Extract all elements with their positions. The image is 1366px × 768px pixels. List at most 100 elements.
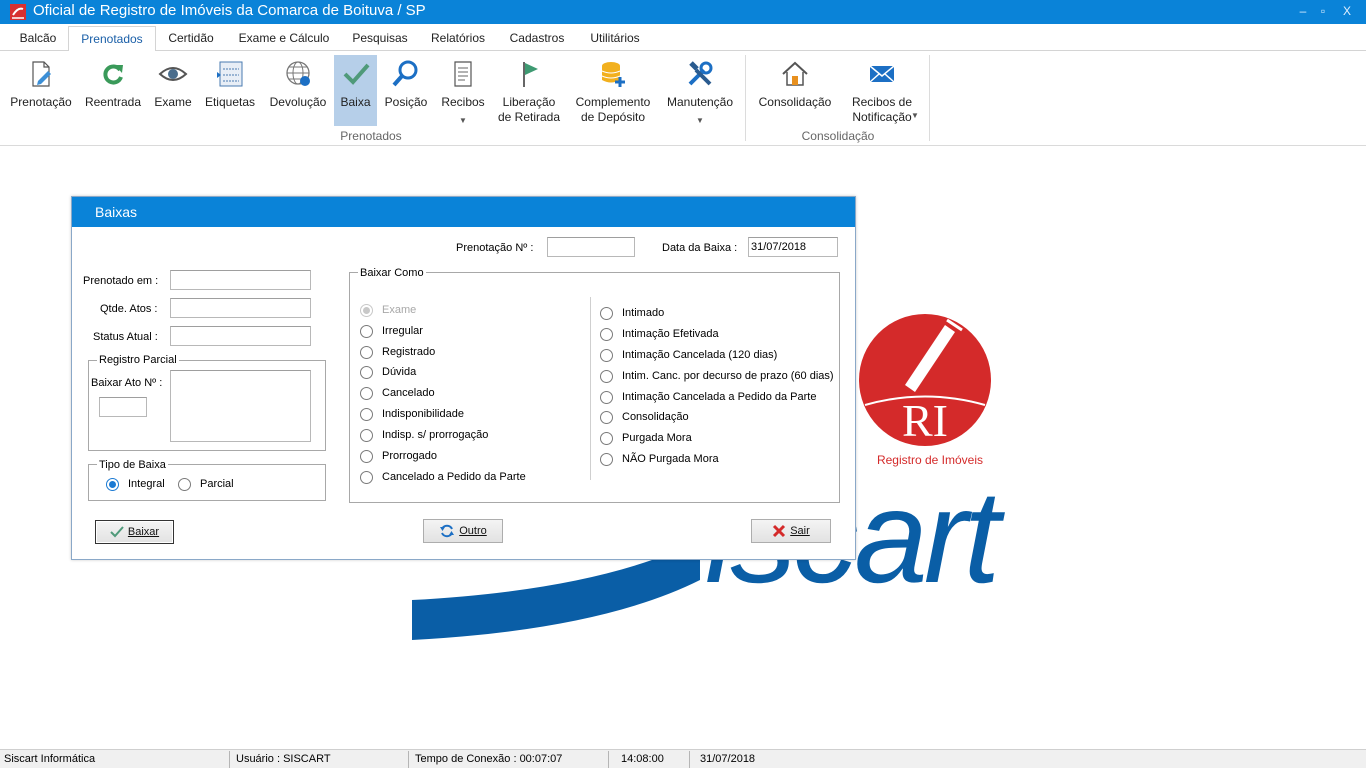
outro-button[interactable]: Outro bbox=[423, 519, 503, 543]
qtde-atos-label: Qtde. Atos : bbox=[100, 303, 158, 315]
prenotado-em-label: Prenotado em : bbox=[83, 275, 159, 287]
dialog-title: Baixas bbox=[72, 197, 855, 227]
tab-exame-calculo[interactable]: Exame e Cálculo bbox=[232, 26, 336, 51]
posicao-button[interactable]: Posição bbox=[382, 55, 430, 127]
radio-cancelado[interactable]: Cancelado bbox=[360, 386, 560, 402]
ribbon-label: Complemento bbox=[575, 95, 651, 109]
radio-prorrogado[interactable]: Prorrogado bbox=[360, 449, 560, 465]
ribbon-label: Baixa bbox=[340, 95, 371, 109]
minimize-button[interactable]: ‒ bbox=[1296, 4, 1310, 18]
radio-duvida[interactable]: Dúvida bbox=[360, 365, 560, 381]
tab-cadastros[interactable]: Cadastros bbox=[502, 26, 572, 51]
radio-label: Exame bbox=[382, 304, 417, 316]
recibos-notificacao-button[interactable]: Recibos de Notificação bbox=[842, 55, 922, 127]
sair-button-label: Sair bbox=[790, 525, 810, 537]
etiquetas-button[interactable]: Etiquetas bbox=[202, 55, 258, 127]
radio-circle bbox=[600, 453, 613, 466]
radio-label: Intimação Cancelada a Pedido da Parte bbox=[622, 391, 817, 403]
radio-label: Cancelado bbox=[382, 387, 435, 399]
sair-button[interactable]: Sair bbox=[751, 519, 831, 543]
database-add-icon bbox=[601, 62, 625, 87]
radio-intimacao-cancelada-120[interactable]: Intimação Cancelada (120 dias) bbox=[600, 348, 838, 364]
radio-indisponibilidade[interactable]: Indisponibilidade bbox=[360, 407, 560, 423]
tools-icon bbox=[688, 61, 713, 86]
baixa-button[interactable]: Baixa bbox=[334, 55, 377, 126]
radio-circle bbox=[178, 478, 191, 491]
ribbon-label-2: de Depósito bbox=[580, 110, 646, 124]
house-icon bbox=[782, 61, 808, 86]
ribbon-label-2: de Retirada bbox=[497, 110, 561, 124]
chevron-down-icon: ▼ bbox=[911, 111, 919, 120]
recibos-button[interactable]: Recibos ▼ bbox=[438, 55, 488, 127]
status-company: Siscart Informática bbox=[0, 751, 230, 768]
tab-utilitarios[interactable]: Utilitários bbox=[580, 26, 650, 51]
radio-intimacao-cancelada-pedido-parte[interactable]: Intimação Cancelada a Pedido da Parte bbox=[600, 390, 838, 406]
tab-prenotados[interactable]: Prenotados bbox=[68, 26, 156, 52]
data-baixa-input[interactable]: 31/07/2018 bbox=[748, 237, 838, 257]
prenotado-em-input[interactable] bbox=[170, 270, 311, 290]
restore-button[interactable]: ▫ bbox=[1316, 4, 1330, 18]
flag-icon bbox=[523, 62, 538, 87]
complemento-deposito-button[interactable]: Complemento de Depósito bbox=[570, 55, 656, 127]
status-user: Usuário : SISCART bbox=[232, 751, 409, 768]
status-clock: 14:08:00 bbox=[611, 751, 690, 768]
reentrada-button[interactable]: Reentrada bbox=[82, 55, 144, 127]
title-bar: Oficial de Registro de Imóveis da Comarc… bbox=[0, 0, 1366, 24]
globe-icon bbox=[286, 61, 310, 86]
radio-intim-canc-decurso-60[interactable]: Intim. Canc. por decurso de prazo (60 di… bbox=[600, 369, 838, 385]
close-button[interactable]: X bbox=[1340, 4, 1354, 18]
radio-purgada-mora[interactable]: Purgada Mora bbox=[600, 431, 838, 447]
radio-circle bbox=[360, 387, 373, 400]
ribbon-label: Reentrada bbox=[84, 95, 142, 109]
exame-button[interactable]: Exame bbox=[150, 55, 196, 127]
ribbon-label: Liberação bbox=[502, 95, 556, 109]
tab-relatorios[interactable]: Relatórios bbox=[422, 26, 494, 51]
tab-certidao[interactable]: Certidão bbox=[158, 26, 224, 51]
column-divider bbox=[590, 297, 591, 480]
labels-icon bbox=[217, 61, 243, 87]
radio-circle bbox=[360, 429, 373, 442]
devolucao-button[interactable]: Devolução bbox=[266, 55, 330, 127]
radio-label: Registrado bbox=[382, 346, 436, 358]
eye-icon bbox=[158, 67, 188, 81]
prenotacao-input[interactable] bbox=[547, 237, 635, 257]
liberacao-retirada-button[interactable]: Liberação de Retirada bbox=[496, 55, 562, 127]
envelope-icon bbox=[869, 65, 895, 83]
manutencao-button[interactable]: Manutenção ▼ bbox=[664, 55, 736, 127]
radio-nao-purgada-mora[interactable]: NÃO Purgada Mora bbox=[600, 452, 838, 468]
tab-balcao[interactable]: Balcão bbox=[8, 26, 68, 51]
baixar-ato-list[interactable] bbox=[170, 370, 311, 442]
baixar-button[interactable]: Baixar bbox=[95, 520, 174, 544]
radio-label: Intimação Cancelada (120 dias) bbox=[622, 349, 778, 361]
radio-parcial[interactable]: Parcial bbox=[178, 477, 248, 493]
ribbon-label: Posição bbox=[384, 95, 428, 109]
radio-intimacao-efetivada[interactable]: Intimação Efetivada bbox=[600, 327, 838, 343]
ribbon-group-prenotados: Prenotados bbox=[340, 129, 402, 143]
radio-label: Consolidação bbox=[622, 411, 689, 423]
radio-integral[interactable]: Integral bbox=[106, 477, 176, 493]
chevron-down-icon: ▼ bbox=[696, 116, 704, 125]
chevron-down-icon: ▼ bbox=[459, 116, 467, 125]
radio-label: Intim. Canc. por decurso de prazo (60 di… bbox=[622, 370, 834, 382]
ribbon-label: Recibos bbox=[441, 95, 485, 109]
radio-label: Prorrogado bbox=[382, 450, 438, 462]
baixar-ato-input[interactable] bbox=[99, 397, 147, 417]
radio-circle bbox=[360, 366, 373, 379]
status-atual-input[interactable] bbox=[170, 326, 311, 346]
baixar-ato-label: Baixar Ato Nº : bbox=[91, 377, 163, 389]
qtde-atos-input[interactable] bbox=[170, 298, 311, 318]
radio-irregular[interactable]: Irregular bbox=[360, 324, 560, 340]
ribbon-label: Prenotação bbox=[10, 95, 72, 109]
tab-pesquisas[interactable]: Pesquisas bbox=[344, 26, 416, 51]
ribbon-separator bbox=[745, 55, 746, 141]
radio-circle bbox=[360, 471, 373, 484]
prenotacao-button[interactable]: Prenotação bbox=[6, 55, 76, 127]
radio-indisp-sem-prorrogacao[interactable]: Indisp. s/ prorrogação bbox=[360, 428, 560, 444]
radio-cancelado-pedido-parte[interactable]: Cancelado a Pedido da Parte bbox=[360, 470, 560, 486]
radio-circle bbox=[360, 325, 373, 338]
consolidacao-button[interactable]: Consolidação bbox=[754, 55, 836, 127]
radio-consolidacao[interactable]: Consolidação bbox=[600, 410, 838, 426]
radio-intimado[interactable]: Intimado bbox=[600, 306, 838, 322]
outro-button-label: Outro bbox=[459, 525, 487, 537]
radio-registrado[interactable]: Registrado bbox=[360, 345, 560, 361]
